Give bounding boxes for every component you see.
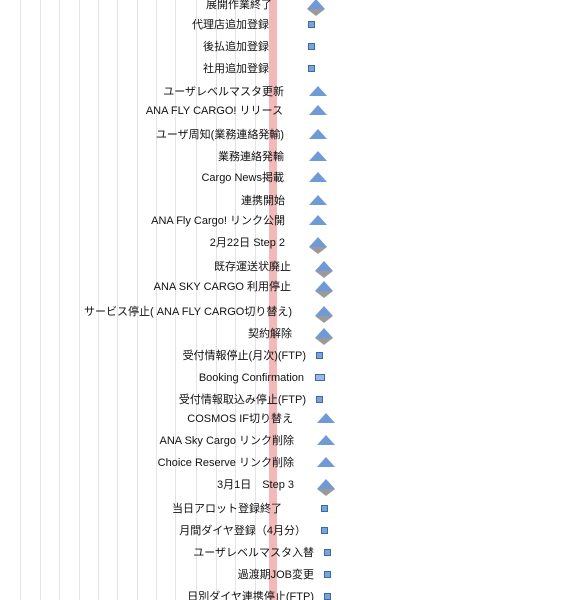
task-label: 当日アロット登録終了: [172, 503, 282, 515]
task-label: 3月1日 Step 3: [216, 479, 294, 491]
task-row: 展開作業終了: [0, 0, 563, 18]
task-marker-icon: [308, 21, 315, 28]
task-label: ANA SKY CARGO 利用停止: [153, 281, 291, 293]
task-row: 連携開始: [0, 194, 563, 214]
task-row: Cargo News掲載: [0, 171, 563, 191]
task-row: ANA FLY CARGO! リリース: [0, 104, 563, 124]
task-label: 代理店追加登録: [192, 19, 269, 31]
milestone-shadow-icon: [315, 338, 333, 345]
task-label: Choice Reserve リンク削除: [157, 457, 294, 469]
task-marker-icon: [324, 571, 331, 578]
task-bar-icon: [315, 374, 325, 381]
gantt-chart: 展開作業終了代理店追加登録後払追加登録 社用追加登録ユーザレベルマスタ更新 ANA …: [0, 0, 563, 600]
task-label: 月間ダイヤ登録（4月分）: [179, 525, 306, 537]
task-row: 受付情報取込み停止(FTP): [0, 393, 563, 413]
task-label: ユーザレベルマスタ入替: [193, 547, 314, 559]
milestone-icon: [315, 261, 333, 271]
milestone-icon: [315, 281, 333, 291]
task-row: 既存運送状廃止: [0, 260, 563, 280]
task-row: 業務連絡発輸: [0, 150, 563, 170]
task-label: サービス停止( ANA FLY CARGO切り替え): [83, 306, 292, 318]
milestone-shadow-icon: [317, 489, 335, 496]
milestone-icon: [309, 86, 327, 96]
task-label: 後払追加登録: [203, 41, 269, 53]
task-label: 過渡期JOB変更: [237, 569, 314, 581]
task-label: 受付情報停止(月次)(FTP): [182, 350, 306, 362]
task-label: 社用追加登録: [203, 63, 269, 75]
milestone-icon: [317, 435, 335, 445]
task-row: 代理店追加登録: [0, 18, 563, 38]
task-row: 3月1日 Step 3: [0, 478, 563, 498]
task-label: ANA Sky Cargo リンク削除: [159, 435, 294, 447]
task-label: ANA Fly Cargo! リンク公開: [151, 215, 285, 227]
task-row: 受付情報停止(月次)(FTP): [0, 349, 563, 369]
task-label: 受付情報取込み停止(FTP): [178, 394, 306, 406]
task-label: 契約解除: [248, 328, 292, 340]
task-row: 過渡期JOB変更: [0, 568, 563, 588]
task-row: ANA SKY CARGO 利用停止: [0, 280, 563, 300]
task-row: ユーザレベルマスタ入替: [0, 546, 563, 566]
task-row: ANA Sky Cargo リンク削除: [0, 434, 563, 454]
milestone-icon: [309, 105, 327, 115]
task-label: 日別ダイヤ連携停止(FTP): [187, 591, 314, 600]
task-row: Booking Confirmation: [0, 371, 563, 391]
milestone-icon: [315, 306, 333, 316]
milestone-shadow-icon: [315, 271, 333, 278]
task-row: ANA Fly Cargo! リンク公開: [0, 214, 563, 234]
milestone-icon: [309, 129, 327, 139]
milestone-icon: [307, 0, 325, 9]
task-label: 連携開始: [241, 195, 285, 207]
task-marker-icon: [321, 505, 328, 512]
task-marker-icon: [308, 65, 315, 72]
task-label: 2月22日 Step 2: [209, 237, 285, 249]
milestone-shadow-icon: [315, 291, 333, 298]
task-marker-icon: [308, 43, 315, 50]
milestone-shadow-icon: [309, 247, 327, 254]
milestone-icon: [309, 237, 327, 247]
task-label: ユーザ周知(業務連絡発輸): [155, 129, 284, 141]
task-marker-icon: [321, 527, 328, 534]
milestone-icon: [309, 195, 327, 205]
task-label: COSMOS IF切り替え: [187, 413, 293, 425]
task-row: 日別ダイヤ連携停止(FTP): [0, 590, 563, 600]
task-label: Booking Confirmation: [198, 372, 304, 384]
task-marker-icon: [324, 549, 331, 556]
milestone-icon: [309, 215, 327, 225]
task-marker-icon: [316, 352, 323, 359]
task-row: 契約解除: [0, 327, 563, 347]
milestone-shadow-icon: [315, 316, 333, 323]
milestone-icon: [309, 172, 327, 182]
task-row: 社用追加登録: [0, 62, 563, 82]
task-label: Cargo News掲載: [201, 172, 284, 184]
task-marker-icon: [324, 593, 331, 600]
task-row: COSMOS IF切り替え: [0, 412, 563, 432]
task-row: 当日アロット登録終了: [0, 502, 563, 522]
task-label: ユーザレベルマスタ更新: [163, 86, 284, 98]
task-label: ANA FLY CARGO! リリース: [145, 105, 283, 117]
task-row: Choice Reserve リンク削除: [0, 456, 563, 476]
task-label: 業務連絡発輸: [218, 151, 284, 163]
task-label: 展開作業終了: [206, 0, 272, 11]
milestone-icon: [317, 413, 335, 423]
task-row: ユーザレベルマスタ更新: [0, 85, 563, 105]
milestone-icon: [309, 151, 327, 161]
milestone-icon: [317, 457, 335, 467]
task-row: 後払追加登録: [0, 40, 563, 60]
task-row: サービス停止( ANA FLY CARGO切り替え): [0, 305, 563, 325]
task-row: 月間ダイヤ登録（4月分）: [0, 524, 563, 544]
milestone-icon: [317, 479, 335, 489]
milestone-icon: [315, 328, 333, 338]
task-row: 2月22日 Step 2: [0, 236, 563, 256]
task-marker-icon: [316, 396, 323, 403]
milestone-shadow-icon: [307, 9, 325, 16]
task-label: 既存運送状廃止: [214, 261, 291, 273]
task-row: ユーザ周知(業務連絡発輸): [0, 128, 563, 148]
